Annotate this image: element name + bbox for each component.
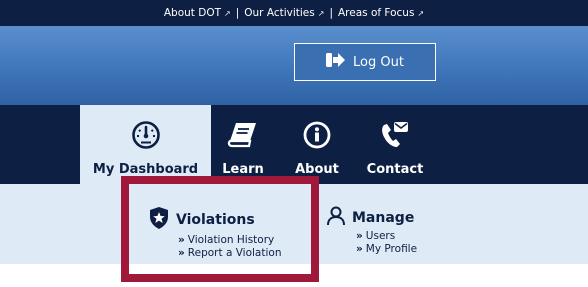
log-out-button[interactable]: Log Out — [294, 43, 436, 81]
manage-heading[interactable]: Manage — [326, 206, 417, 230]
our-activities-label: Our Activities — [244, 7, 315, 19]
users-label: Users — [365, 230, 396, 242]
shield-star-icon — [148, 206, 170, 234]
our-activities-link[interactable]: Our Activities ↗ — [244, 7, 324, 19]
nav-label-my-dashboard: My Dashboard — [92, 162, 199, 177]
double-chevron-icon: » — [356, 230, 363, 242]
violations-title: Violations — [176, 212, 255, 228]
info-icon — [303, 118, 331, 152]
nav-item-my-dashboard[interactable]: My Dashboard — [80, 105, 211, 184]
violations-group: Violations » Violation History » Report a … — [148, 206, 281, 260]
log-out-label: Log Out — [353, 54, 404, 70]
report-violation-label: Report a Violation — [187, 247, 282, 259]
nav-label-about: About — [295, 162, 339, 177]
my-profile-link[interactable]: » My Profile — [356, 243, 417, 256]
separator: | — [329, 7, 333, 19]
utility-bar: About DOT ↗ | Our Activities ↗ | Areas o… — [0, 0, 588, 26]
double-chevron-icon: » — [356, 243, 363, 255]
double-chevron-icon: » — [178, 247, 185, 259]
dashboard-submenu: Violations » Violation History » Report a … — [0, 184, 588, 264]
areas-of-focus-link[interactable]: Areas of Focus ↗ — [338, 7, 424, 19]
speedometer-icon — [131, 118, 161, 152]
user-icon — [326, 206, 346, 230]
users-link[interactable]: » Users — [356, 230, 417, 243]
double-chevron-icon: » — [178, 234, 185, 246]
my-profile-label: My Profile — [365, 243, 418, 255]
header-banner: Log Out — [0, 26, 588, 105]
nav-label-learn: Learn — [222, 162, 264, 177]
violation-history-link[interactable]: » Violation History — [178, 234, 281, 247]
nav-item-learn[interactable]: Learn — [215, 105, 271, 184]
manage-group: Manage » Users » My Profile — [326, 206, 417, 256]
areas-of-focus-label: Areas of Focus — [338, 7, 415, 19]
nav-item-contact[interactable]: Contact — [362, 105, 428, 184]
sign-out-icon — [326, 52, 346, 72]
main-nav: My Dashboard Learn About Contact — [0, 105, 588, 184]
external-link-icon: ↗ — [417, 8, 425, 18]
manage-title: Manage — [352, 210, 415, 226]
nav-label-contact: Contact — [366, 162, 424, 177]
about-dot-label: About DOT — [163, 7, 222, 19]
book-icon — [227, 118, 259, 152]
about-dot-link[interactable]: About DOT ↗ — [164, 7, 231, 19]
nav-item-about[interactable]: About — [284, 105, 350, 184]
separator: | — [235, 7, 240, 19]
violation-history-label: Violation History — [187, 234, 275, 246]
external-link-icon: ↗ — [317, 8, 325, 18]
phone-mail-icon — [379, 118, 411, 152]
report-violation-link[interactable]: » Report a Violation — [178, 247, 281, 260]
violations-heading[interactable]: Violations — [148, 206, 281, 234]
external-link-icon: ↗ — [224, 8, 231, 18]
